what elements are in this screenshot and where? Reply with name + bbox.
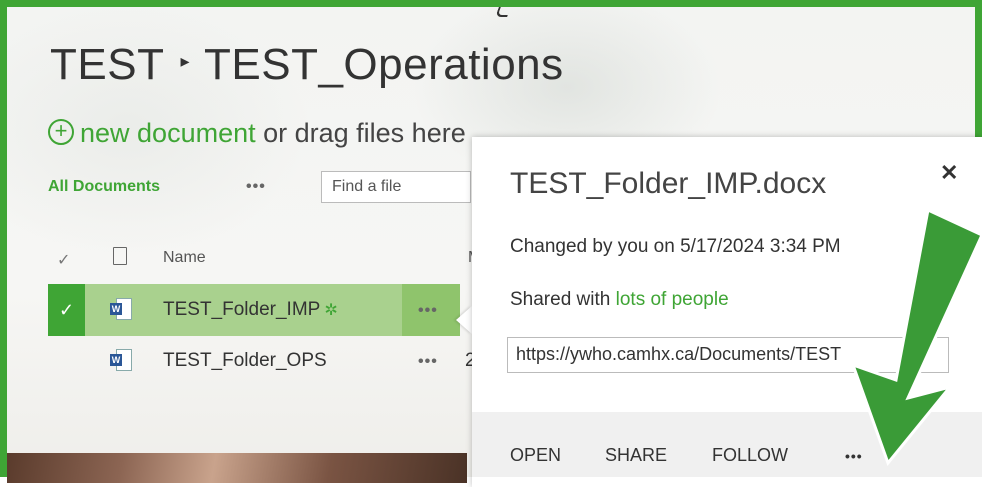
annotation-arrow-icon bbox=[850, 207, 982, 467]
